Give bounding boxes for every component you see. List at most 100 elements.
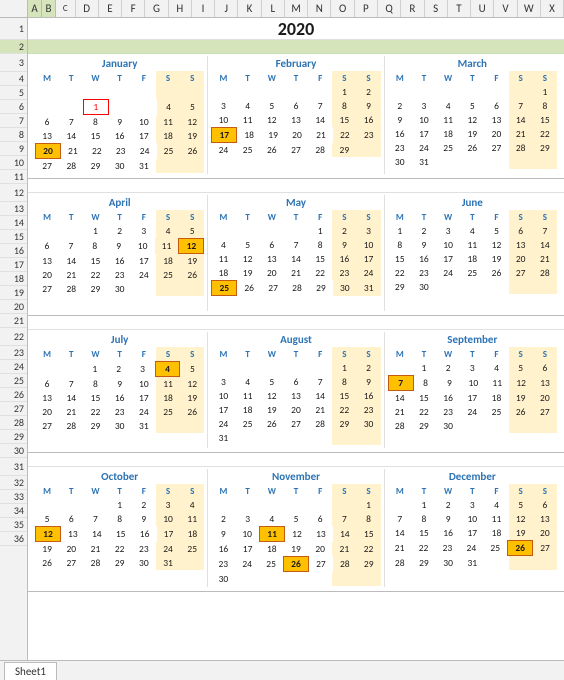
- col-p[interactable]: P: [355, 0, 378, 17]
- rn-19: 19: [0, 286, 27, 300]
- col-d[interactable]: D: [76, 0, 99, 17]
- september-title: September: [388, 333, 557, 346]
- nov-26-highlight: 26: [283, 556, 309, 572]
- november-title: November: [211, 470, 380, 483]
- rn-27: 27: [0, 402, 27, 416]
- col-h[interactable]: H: [169, 0, 192, 17]
- july-block: July M T W T F S S: [32, 332, 208, 448]
- rn-34: 34: [0, 504, 27, 518]
- col-k[interactable]: K: [238, 0, 261, 17]
- rn-12: 12: [0, 184, 27, 202]
- sheet-tab-1[interactable]: Sheet1: [4, 662, 57, 680]
- nov-11-highlight: 11: [259, 526, 285, 542]
- col-r[interactable]: R: [401, 0, 424, 17]
- selected-row: [28, 40, 564, 54]
- col-g[interactable]: G: [145, 0, 168, 17]
- february-title: February: [211, 57, 380, 70]
- march-title: March: [388, 57, 557, 70]
- feb-17-highlight: 17: [211, 127, 237, 143]
- col-header-a[interactable]: A: [28, 0, 42, 17]
- september-block: September M T W T F S S: [385, 332, 560, 448]
- september-grid: M T W T F S S 1 2 3: [388, 347, 557, 447]
- sep-7-highlight: 7: [388, 375, 414, 391]
- rn-2: 2: [0, 40, 27, 54]
- jan-header: M T W T F S S: [35, 71, 204, 85]
- col-j[interactable]: J: [215, 0, 238, 17]
- col-x[interactable]: X: [541, 0, 564, 17]
- november-block: November M T W T F S S: [208, 469, 384, 587]
- row-numbers: 1 2 3 4 5 6 7 8 9 10 11 12 13 14 15 16 1…: [0, 18, 28, 660]
- february-block: February M T W T F S S: [208, 56, 384, 174]
- march-grid: M T W T F S S: [388, 71, 557, 169]
- rn-33: 33: [0, 490, 27, 504]
- october-title: October: [35, 470, 204, 483]
- rn-26: 26: [0, 388, 27, 402]
- rn-4: 4: [0, 72, 27, 86]
- col-l[interactable]: L: [262, 0, 285, 17]
- q2-section: April M T W T F S S: [28, 193, 564, 316]
- col-m[interactable]: M: [285, 0, 308, 17]
- col-f[interactable]: F: [122, 0, 145, 17]
- april-grid: M T W T F S S 1 2: [35, 210, 204, 310]
- rn-14: 14: [0, 216, 27, 230]
- col-c[interactable]: C: [56, 0, 76, 17]
- col-e[interactable]: E: [99, 0, 122, 17]
- rn-7: 7: [0, 114, 27, 128]
- oct-12-highlight: 12: [35, 526, 61, 542]
- july-grid: M T W T F S S 1 2: [35, 347, 204, 447]
- main-area: 1 2 3 4 5 6 7 8 9 10 11 12 13 14 15 16 1…: [0, 18, 564, 660]
- august-block: August M T W T F S S: [208, 332, 384, 448]
- rn-8: 8: [0, 128, 27, 142]
- col-w[interactable]: W: [518, 0, 541, 17]
- year-title: 2020: [278, 18, 315, 40]
- rn-32: 32: [0, 476, 27, 490]
- col-header-b[interactable]: B: [42, 0, 56, 17]
- rn-6: 6: [0, 100, 27, 114]
- apr-12-highlight: 12: [178, 238, 204, 254]
- col-q[interactable]: Q: [378, 0, 401, 17]
- empty-row-20: [28, 316, 564, 330]
- dec-26-highlight: 26: [507, 540, 533, 556]
- december-title: December: [388, 470, 557, 483]
- october-grid: M T W T F S S 1 2: [35, 484, 204, 570]
- year-row: 2020: [28, 18, 564, 40]
- october-block: October M T W T F S S: [32, 469, 208, 587]
- jan-20-highlight: 20: [35, 143, 61, 159]
- q3-section: July M T W T F S S: [28, 330, 564, 453]
- col-v[interactable]: V: [494, 0, 517, 17]
- col-n[interactable]: N: [308, 0, 331, 17]
- q1-section: January M T W T F S S: [28, 54, 564, 179]
- rn-24: 24: [0, 360, 27, 374]
- january-block: January M T W T F S S: [32, 56, 208, 174]
- august-grid: M T W T F S S: [211, 347, 380, 445]
- june-block: June M T W T F S S 1 2: [385, 195, 560, 311]
- rn-11: 11: [0, 170, 27, 184]
- col-o[interactable]: O: [331, 0, 354, 17]
- col-u[interactable]: U: [471, 0, 494, 17]
- may-25-highlight: 25: [211, 280, 237, 296]
- rn-30: 30: [0, 444, 27, 458]
- corner-cell: [0, 0, 28, 17]
- may-title: May: [211, 196, 380, 209]
- col-s[interactable]: S: [425, 0, 448, 17]
- rn-20: 20: [0, 300, 27, 314]
- december-grid: M T W T F S S 1 2 3: [388, 484, 557, 584]
- jul-4-highlight: 4: [155, 361, 181, 377]
- june-title: June: [388, 196, 557, 209]
- rn-31: 31: [0, 458, 27, 476]
- march-block: March M T W T F S S: [385, 56, 560, 174]
- rn-29: 29: [0, 430, 27, 444]
- rn-10: 10: [0, 156, 27, 170]
- col-i[interactable]: I: [192, 0, 215, 17]
- rn-15: 15: [0, 230, 27, 244]
- rn-18: 18: [0, 272, 27, 286]
- col-headers-rest: C D E F G H I J K L M N O P Q R S T U V …: [56, 0, 564, 17]
- rn-16: 16: [0, 244, 27, 258]
- rn-17: 17: [0, 258, 27, 272]
- april-title: April: [35, 196, 204, 209]
- col-t[interactable]: T: [448, 0, 471, 17]
- november-grid: M T W T F S S: [211, 484, 380, 586]
- january-grid: M T W T F S S: [35, 71, 204, 173]
- rn-13: 13: [0, 202, 27, 216]
- july-title: July: [35, 333, 204, 346]
